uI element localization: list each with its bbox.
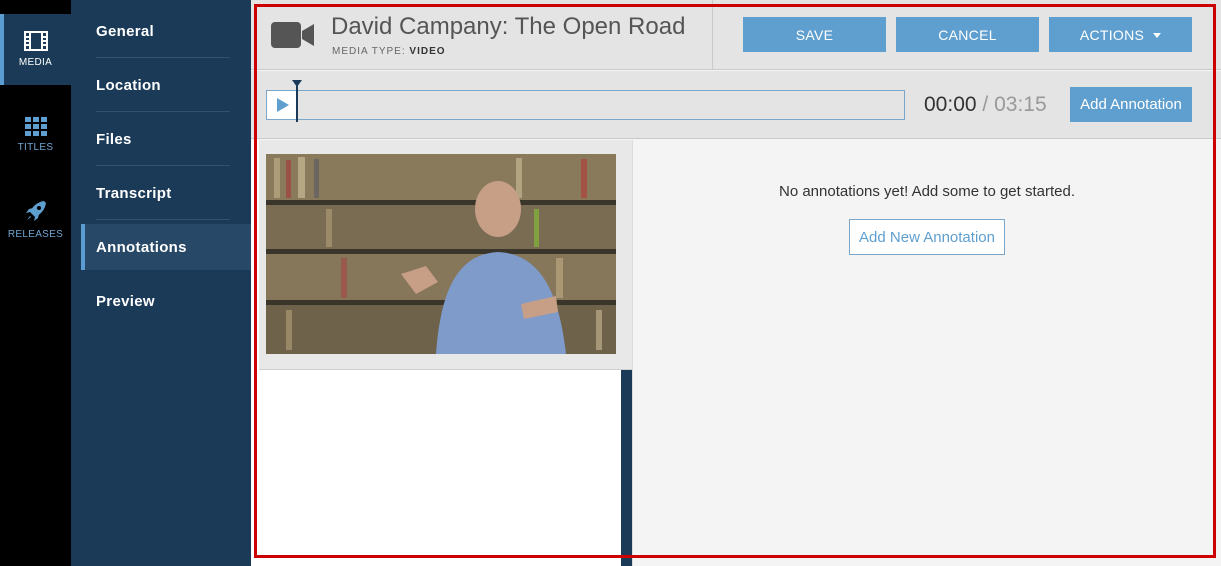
rail-item-releases[interactable]: RELEASES [0, 184, 71, 255]
page-title: David Campany: The Open Road [331, 13, 686, 40]
sidebar-item-transcript[interactable]: Transcript [81, 166, 251, 220]
save-button[interactable]: SAVE [743, 17, 886, 52]
sidebar-item-label: Files [96, 130, 132, 148]
main-panel: David Campany: The Open Road MEDIA TYPE:… [251, 0, 1221, 566]
divider [96, 219, 230, 220]
video-frame-image [266, 154, 616, 354]
video-camera-icon [271, 22, 314, 48]
media-type-value: VIDEO [409, 46, 446, 57]
section-sidebar: General Location Files Transcript Annota… [71, 0, 251, 566]
duration: 03:15 [994, 93, 1047, 116]
media-player-bar: 00:00 / 03:15 Add Annotation [251, 71, 1221, 139]
add-new-annotation-button[interactable]: Add New Annotation [849, 219, 1005, 255]
caret-down-icon [1153, 32, 1162, 38]
media-type-label: MEDIA TYPE: [332, 46, 406, 57]
video-thumbnail[interactable] [266, 154, 616, 354]
sidebar-item-label: General [96, 22, 154, 40]
rail-item-titles[interactable]: TITLES [0, 99, 71, 170]
sidebar-item-location[interactable]: Location [81, 58, 251, 112]
rocket-icon [25, 201, 46, 221]
cancel-button[interactable]: CANCEL [896, 17, 1039, 52]
current-time: 00:00 [924, 93, 977, 116]
sidebar-item-label: Annotations [96, 238, 187, 256]
media-type: MEDIA TYPE: VIDEO [332, 46, 446, 57]
sidebar-item-annotations[interactable]: Annotations [81, 224, 251, 270]
divider [712, 0, 713, 70]
sidebar-item-label: Transcript [96, 184, 172, 202]
media-header: David Campany: The Open Road MEDIA TYPE:… [251, 0, 1221, 70]
rail-item-label: RELEASES [7, 229, 64, 240]
sidebar-item-general[interactable]: General [81, 4, 251, 58]
divider [632, 140, 633, 566]
add-annotation-button[interactable]: Add Annotation [1070, 87, 1192, 122]
play-button[interactable] [266, 90, 297, 120]
rail-item-label: TITLES [17, 142, 54, 153]
actions-dropdown-button[interactable]: ACTIONS [1049, 17, 1192, 52]
time-separator: / [982, 93, 989, 116]
sidebar-item-files[interactable]: Files [81, 112, 251, 166]
actions-label: ACTIONS [1079, 26, 1145, 43]
app-rail: MEDIA TITLES RELEASES [0, 0, 71, 566]
empty-state-message: No annotations yet! Add some to get star… [778, 183, 1075, 200]
video-thumbnail-frame [259, 140, 632, 370]
time-display: 00:00 / 03:15 [924, 93, 1047, 117]
playhead-handle[interactable] [292, 80, 302, 122]
sidebar-item-preview[interactable]: Preview [81, 274, 251, 328]
sidebar-item-label: Location [96, 76, 161, 94]
film-icon [23, 31, 48, 51]
video-column [251, 140, 632, 566]
timeline-track[interactable] [296, 90, 905, 120]
rail-item-label: MEDIA [18, 57, 53, 68]
scroll-strip [621, 370, 632, 566]
rail-item-media[interactable]: MEDIA [0, 14, 71, 85]
grid-icon [24, 117, 47, 136]
sidebar-item-label: Preview [96, 292, 155, 310]
